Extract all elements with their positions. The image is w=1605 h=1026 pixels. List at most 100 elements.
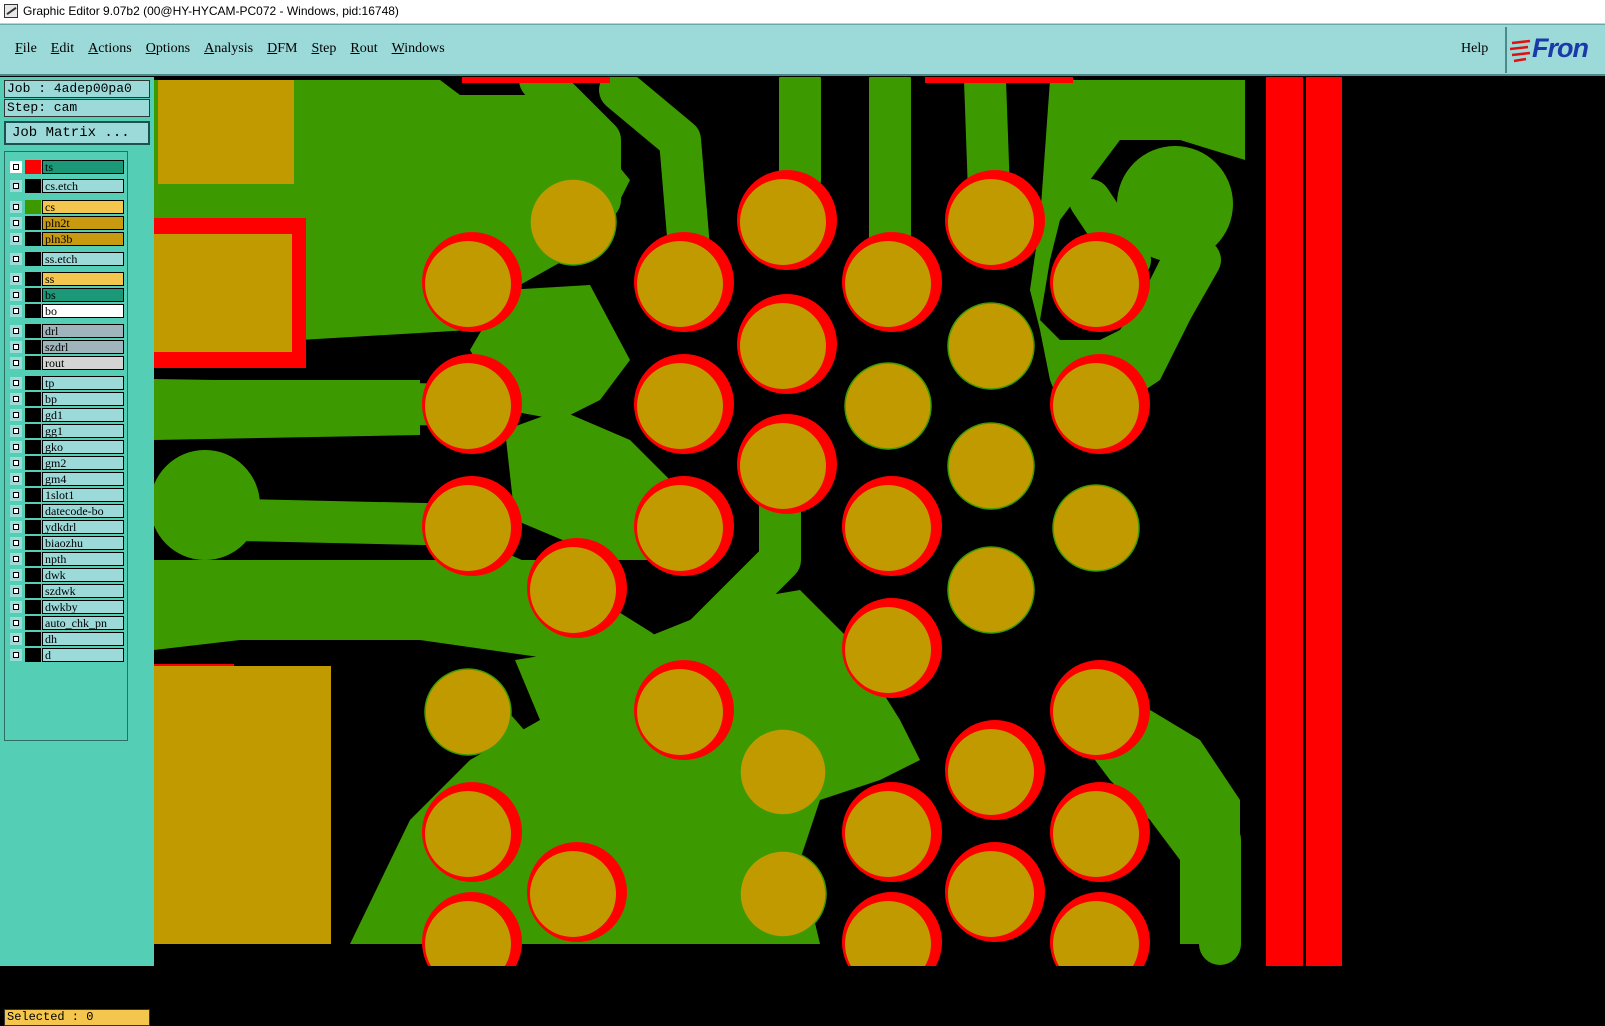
- layer-checkbox[interactable]: [10, 305, 22, 317]
- bga-pad-31: [530, 851, 616, 937]
- layer-checkbox[interactable]: [10, 505, 22, 517]
- layer-checkbox[interactable]: [10, 521, 22, 533]
- layer-checkbox[interactable]: [10, 201, 22, 213]
- job-matrix-button[interactable]: Job Matrix ...: [4, 121, 150, 145]
- layer-name: gg1: [42, 424, 124, 438]
- layer-checkbox[interactable]: [10, 409, 22, 421]
- menu-actions[interactable]: Actions: [88, 41, 132, 57]
- layer-checkbox[interactable]: [10, 617, 22, 629]
- layer-checkbox[interactable]: [10, 253, 22, 265]
- layer-row-gko[interactable]: gko: [8, 440, 126, 454]
- layer-checkbox[interactable]: [10, 393, 22, 405]
- layer-checkbox[interactable]: [10, 569, 22, 581]
- layer-row-dwk[interactable]: dwk: [8, 568, 126, 582]
- layer-checkbox[interactable]: [10, 441, 22, 453]
- layer-row-cs.etch[interactable]: cs.etch: [8, 179, 126, 193]
- graphic-canvas[interactable]: [154, 77, 1605, 966]
- layer-color-swatch: [25, 472, 41, 486]
- layer-checkbox[interactable]: [10, 649, 22, 661]
- menu-analysis[interactable]: Analysis: [204, 41, 253, 57]
- layer-row-biaozhu[interactable]: biaozhu: [8, 536, 126, 550]
- layer-row-bp[interactable]: bp: [8, 392, 126, 406]
- layer-checkbox[interactable]: [10, 217, 22, 229]
- layer-row-gm2[interactable]: gm2: [8, 456, 126, 470]
- layer-checkbox[interactable]: [10, 585, 22, 597]
- logo-text: Fron: [1532, 33, 1589, 63]
- layer-row-gg1[interactable]: gg1: [8, 424, 126, 438]
- bga-pad-23: [424, 668, 512, 756]
- layer-name: ss.etch: [42, 252, 124, 266]
- layer-checkbox[interactable]: [10, 161, 22, 173]
- layer-checkbox[interactable]: [10, 489, 22, 501]
- layer-color-swatch: [25, 216, 41, 230]
- menu-help[interactable]: Help: [1461, 41, 1488, 57]
- layer-row-tp[interactable]: tp: [8, 376, 126, 390]
- layer-row-ydkdrl[interactable]: ydkdrl: [8, 520, 126, 534]
- layer-row-ts[interactable]: ts: [8, 160, 126, 174]
- layer-row-gd1[interactable]: gd1: [8, 408, 126, 422]
- bga-pad-14: [740, 423, 826, 509]
- layer-name: bs: [42, 288, 124, 302]
- menu-windows[interactable]: Windows: [392, 41, 445, 57]
- layer-color-swatch: [25, 520, 41, 534]
- layer-checkbox[interactable]: [10, 357, 22, 369]
- layer-color-swatch: [25, 616, 41, 630]
- logo-swoosh-icon: [1510, 39, 1531, 63]
- layer-row-dh[interactable]: dh: [8, 632, 126, 646]
- layer-checkbox[interactable]: [10, 180, 22, 192]
- layer-checkbox[interactable]: [10, 341, 22, 353]
- menu-file[interactable]: File: [15, 41, 37, 57]
- layer-row-dwkby[interactable]: dwkby: [8, 600, 126, 614]
- layer-row-szdwk[interactable]: szdwk: [8, 584, 126, 598]
- menu-bar: File Edit Actions Options Analysis DFM Step Rou…: [0, 24, 1605, 76]
- layer-checkbox[interactable]: [10, 457, 22, 469]
- bga-pad-20: [530, 547, 616, 633]
- layer-row-bo[interactable]: bo: [8, 304, 126, 318]
- layer-checkbox[interactable]: [10, 633, 22, 645]
- layer-row-npth[interactable]: npth: [8, 552, 126, 566]
- layer-color-swatch: [25, 456, 41, 470]
- layer-row-1slot1[interactable]: 1slot1: [8, 488, 126, 502]
- layer-row-ss.etch[interactable]: ss.etch: [8, 252, 126, 266]
- bga-pad-3: [948, 179, 1034, 265]
- layer-row-auto_chk_pn[interactable]: auto_chk_pn: [8, 616, 126, 630]
- layer-row-d[interactable]: d: [8, 648, 126, 662]
- layer-row-pln2t[interactable]: pln2t: [8, 216, 126, 230]
- layer-row-bs[interactable]: bs: [8, 288, 126, 302]
- layer-checkbox[interactable]: [10, 233, 22, 245]
- menu-step[interactable]: Step: [311, 41, 336, 57]
- menu-options[interactable]: Options: [146, 41, 190, 57]
- layer-row-ss[interactable]: ss: [8, 272, 126, 286]
- layer-checkbox[interactable]: [10, 377, 22, 389]
- menu-dfm[interactable]: DFM: [267, 41, 297, 57]
- layer-checkbox[interactable]: [10, 289, 22, 301]
- layer-checkbox[interactable]: [10, 473, 22, 485]
- layer-color-swatch: [25, 340, 41, 354]
- bga-pad-18: [845, 485, 931, 571]
- layer-name: dh: [42, 632, 124, 646]
- layer-row-drl[interactable]: drl: [8, 324, 126, 338]
- layer-checkbox[interactable]: [10, 601, 22, 613]
- layer-row-datecode-bo[interactable]: datecode-bo: [8, 504, 126, 518]
- layer-row-rout[interactable]: rout: [8, 356, 126, 370]
- board-edge-bar-2: [1306, 77, 1342, 966]
- layer-row-szdrl[interactable]: szdrl: [8, 340, 126, 354]
- layer-color-swatch: [25, 584, 41, 598]
- layer-row-gm4[interactable]: gm4: [8, 472, 126, 486]
- layer-checkbox[interactable]: [10, 425, 22, 437]
- bga-pad-13: [1053, 363, 1139, 449]
- rect-pad-bottom: [154, 666, 331, 944]
- layer-row-cs[interactable]: cs: [8, 200, 126, 214]
- bga-pad-28: [425, 791, 511, 877]
- layer-checkbox[interactable]: [10, 325, 22, 337]
- layer-color-swatch: [25, 552, 41, 566]
- layer-checkbox[interactable]: [10, 553, 22, 565]
- pcb-view[interactable]: [154, 77, 1605, 966]
- layer-checkbox[interactable]: [10, 273, 22, 285]
- layer-name: 1slot1: [42, 488, 124, 502]
- layer-row-pln3b[interactable]: pln3b: [8, 232, 126, 246]
- menu-rout[interactable]: Rout: [350, 41, 377, 57]
- layer-name: gd1: [42, 408, 124, 422]
- layer-checkbox[interactable]: [10, 537, 22, 549]
- menu-edit[interactable]: Edit: [51, 41, 74, 57]
